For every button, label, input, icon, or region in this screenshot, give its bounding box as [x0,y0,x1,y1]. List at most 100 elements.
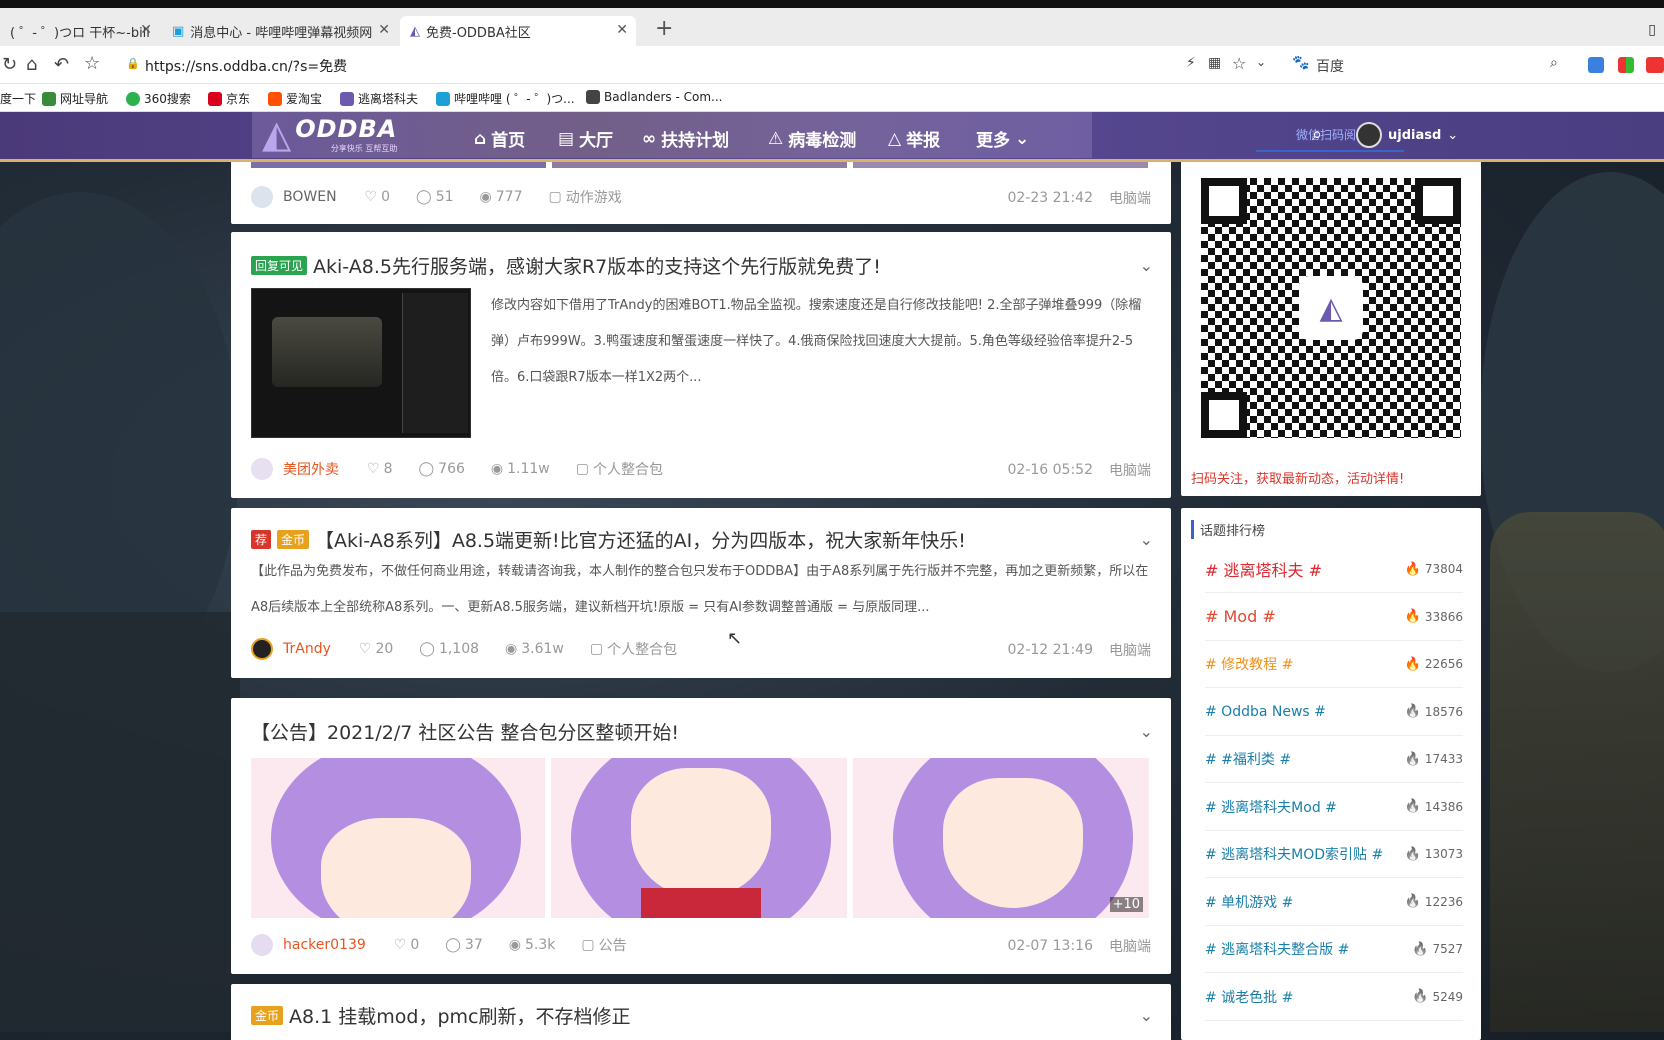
topic-item[interactable]: # #福利类 # 🔥 17433 [1205,736,1463,783]
post-card[interactable]: 金币 A8.1 挂载mod，pmc刷新，不存档修正 ⌄ [231,984,1171,1040]
home-icon[interactable]: ⌂ [26,54,37,75]
topic-item[interactable]: # 单机游戏 # 🔥 12236 [1205,879,1463,926]
topic-name: # Mod # [1205,607,1276,626]
bookmark-item[interactable]: 360搜索 [126,90,191,107]
post-meta: 美团外卖 ♡ 8 ◯ 766 ◉ 1.11w ▢ 个人整合包 [251,458,663,480]
window-menu-icon[interactable]: ▯ [1648,22,1656,38]
chevron-down-icon: ⌄ [1015,128,1030,149]
topic-name: # Oddba News # [1205,703,1326,720]
post-category[interactable]: 动作游戏 [566,187,622,207]
post-image[interactable] [251,758,545,918]
post-card[interactable]: 荐 金币 【Aki-A8系列】A8.5端更新!比官方还猛的AI，分为四版本，祝大… [231,508,1171,678]
star-icon[interactable]: ☆ [84,53,100,74]
bookmark-item[interactable]: Badlanders - Com... [586,90,723,104]
avatar[interactable] [1356,122,1382,148]
lightning-icon[interactable]: ⚡ [1186,55,1196,71]
post-thumbnail[interactable] [251,288,471,438]
avatar[interactable] [251,638,273,660]
heart-icon[interactable]: ♡ [365,189,378,205]
post-card[interactable]: 【公告】2021/2/7 社区公告 整合包分区整顿开始! ⌄ +10 hacke… [231,698,1171,974]
close-icon[interactable]: ✕ [378,22,390,38]
tab-oddba[interactable]: ◭ 免费-ODDBA社区 ✕ [400,16,636,46]
comment-icon[interactable]: ◯ [418,461,434,477]
bookmark-item[interactable]: 京东 [208,90,250,107]
report-icon: △ [888,128,902,149]
avatar[interactable] [251,186,273,208]
post-card[interactable]: 回复可见 Aki-A8.5先行服务端，感谢大家R7版本的支持这个先行版就免费了!… [231,232,1171,498]
topic-item[interactable]: # Mod # 🔥 33866 [1205,594,1463,641]
topic-item[interactable]: # 诚老色批 # 🔥 5249 [1205,974,1463,1021]
chevron-down-icon[interactable]: ⌄ [1140,722,1153,741]
heart-icon[interactable]: ♡ [367,461,380,477]
nav-support-plan[interactable]: ∞ 扶持计划 [642,126,729,152]
favorite-icon[interactable]: ☆ [1232,54,1246,73]
avatar[interactable] [251,458,273,480]
topic-name: # #福利类 # [1205,752,1292,768]
nav-report[interactable]: △ 举报 [888,126,940,152]
pdf-icon[interactable] [1646,57,1664,73]
post-category[interactable]: 公告 [599,935,627,955]
search-icon[interactable]: ⌕ [1550,55,1558,71]
tab-message-center[interactable]: ▣ 消息中心 - 哔哩哔哩弹幕视频网 ✕ [162,16,398,46]
anime-face [943,778,1083,908]
topic-item[interactable]: # 逃离塔科夫整合版 # 🔥 7527 [1205,926,1463,973]
close-icon[interactable]: ✕ [616,22,628,38]
nav-virus-check[interactable]: ⚠ 病毒检测 [768,126,856,152]
post-author[interactable]: BOWEN [283,189,337,205]
search-engine-label[interactable]: 百度 [1316,56,1344,76]
topic-ranking-widget: 话题排行榜 # 逃离塔科夫 # 🔥 73804 # Mod # 🔥 33866 # 修改教程… [1181,508,1481,1040]
url-field[interactable]: https://sns.oddba.cn/?s=免费 [145,56,347,76]
close-icon[interactable]: ✕ [140,22,152,38]
chevron-down-icon[interactable]: ⌄ [1256,55,1266,69]
comment-icon[interactable]: ◯ [416,189,432,205]
post-title[interactable]: 回复可见 Aki-A8.5先行服务端，感谢大家R7版本的支持这个先行版就免费了! [251,252,881,279]
new-tab-button[interactable]: + [655,16,673,41]
post-image[interactable]: +10 [853,758,1149,918]
user-menu[interactable]: ujdiasd ⌄ [1356,122,1458,148]
post-author[interactable]: 美团外卖 [283,459,339,479]
topic-item[interactable]: # Oddba News # 🔥 18576 [1205,689,1463,736]
bookmark-bar: 度一下 网址导航 360搜索 京东 爱淘宝 逃离塔科夫 哔哩哔哩 ( ゜- ゜)… [0,84,1664,112]
post-title[interactable]: 金币 A8.1 挂载mod，pmc刷新，不存档修正 [251,1002,630,1029]
topic-item[interactable]: # 逃离塔科夫MOD索引贴 # 🔥 13073 [1205,831,1463,878]
post-category[interactable]: 个人整合包 [607,639,677,659]
site-logo[interactable]: ◭ ODDBA 分享快乐 互帮互助 [262,114,397,154]
nav-more[interactable]: 更多 ⌄ [976,126,1030,152]
topic-item[interactable]: # 逃离塔科夫Mod # 🔥 14386 [1205,784,1463,831]
topic-name: # 逃离塔科夫MOD索引贴 # [1205,847,1384,863]
bookmark-item[interactable]: 度一下 [0,90,36,107]
post-image[interactable] [551,758,847,918]
post-category[interactable]: 个人整合包 [593,459,663,479]
topic-item[interactable]: # 修改教程 # 🔥 22656 [1205,641,1463,688]
undo-icon[interactable]: ↶ [54,54,69,75]
oddba-logo-icon: ◭ [1299,276,1363,340]
post-title[interactable]: 荐 金币 【Aki-A8系列】A8.5端更新!比官方还猛的AI，分为四版本，祝大… [251,526,966,553]
apps-icon[interactable] [1618,57,1634,73]
bookmark-item[interactable]: 哔哩哔哩 ( ゜- ゜)つ... [436,90,575,107]
bookmark-item[interactable]: 爱淘宝 [268,90,322,107]
tab-bilibili[interactable]: ( ゜- ゜)つロ 干杯~-bili ✕ [0,16,160,46]
nav-home[interactable]: ⌂ 首页 [474,126,525,152]
comment-icon[interactable]: ◯ [419,641,435,657]
nav-hall[interactable]: ▤ 大厅 [558,126,613,152]
post-title[interactable]: 【公告】2021/2/7 社区公告 整合包分区整顿开始! [251,718,679,745]
post-author[interactable]: TrAndy [283,641,331,657]
chevron-down-icon[interactable]: ⌄ [1140,256,1153,275]
chevron-down-icon[interactable]: ⌄ [1140,1006,1153,1025]
qr-icon[interactable]: ▦ [1208,55,1221,71]
heart-icon[interactable]: ♡ [359,641,372,657]
heart-icon[interactable]: ♡ [394,937,407,953]
baidu-icon: 🐾 [1292,55,1310,71]
bookmark-item[interactable]: 逃离塔科夫 [340,90,418,107]
post-author[interactable]: hacker0139 [283,937,366,953]
bookmark-item[interactable]: 网址导航 [42,90,108,107]
comment-icon[interactable]: ◯ [445,937,461,953]
post-date: 02-23 21:42 电脑端 [1007,190,1151,207]
translate-icon[interactable] [1588,57,1604,73]
site-navbar: ◭ ODDBA 分享快乐 互帮互助 ⌂ 首页 ▤ 大厅 ∞ 扶持计划 ⚠ 病毒检测 △ 举… [0,112,1664,162]
chevron-down-icon[interactable]: ⌄ [1140,530,1153,549]
search-icon[interactable]: ⌕ [1312,124,1322,145]
refresh-icon[interactable]: ↻ [2,54,17,75]
topic-item[interactable]: # 逃离塔科夫 # 🔥 73804 [1205,546,1463,593]
avatar[interactable] [251,934,273,956]
